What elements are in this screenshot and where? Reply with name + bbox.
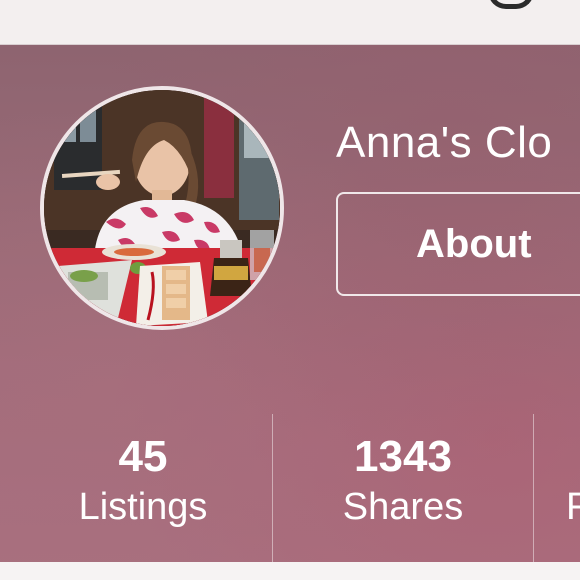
about-button[interactable]: About — [336, 192, 580, 296]
profile-screen: Anna's Clo About 45 Listings 1343 Shares… — [0, 0, 580, 580]
stat-shares-value: 1343 — [354, 432, 452, 481]
avatar-photo — [44, 90, 280, 326]
stat-followers-label: F — [566, 486, 580, 528]
stat-listings-label: Listings — [78, 486, 208, 528]
avatar[interactable] — [40, 86, 284, 330]
stat-shares[interactable]: 1343 Shares — [273, 414, 533, 562]
stat-listings[interactable]: 45 Listings — [10, 414, 276, 562]
stats-divider — [533, 414, 534, 562]
content-area-edge — [0, 562, 580, 580]
stat-listings-value: 45 — [118, 432, 168, 481]
top-nav-bar — [0, 0, 580, 45]
stat-shares-label: Shares — [342, 486, 464, 528]
stats-bar: 45 Listings 1343 Shares F — [0, 414, 580, 562]
app-title-fragment — [488, 0, 534, 9]
stat-followers[interactable]: F — [566, 414, 580, 562]
closet-title: Anna's Clo — [336, 118, 553, 167]
